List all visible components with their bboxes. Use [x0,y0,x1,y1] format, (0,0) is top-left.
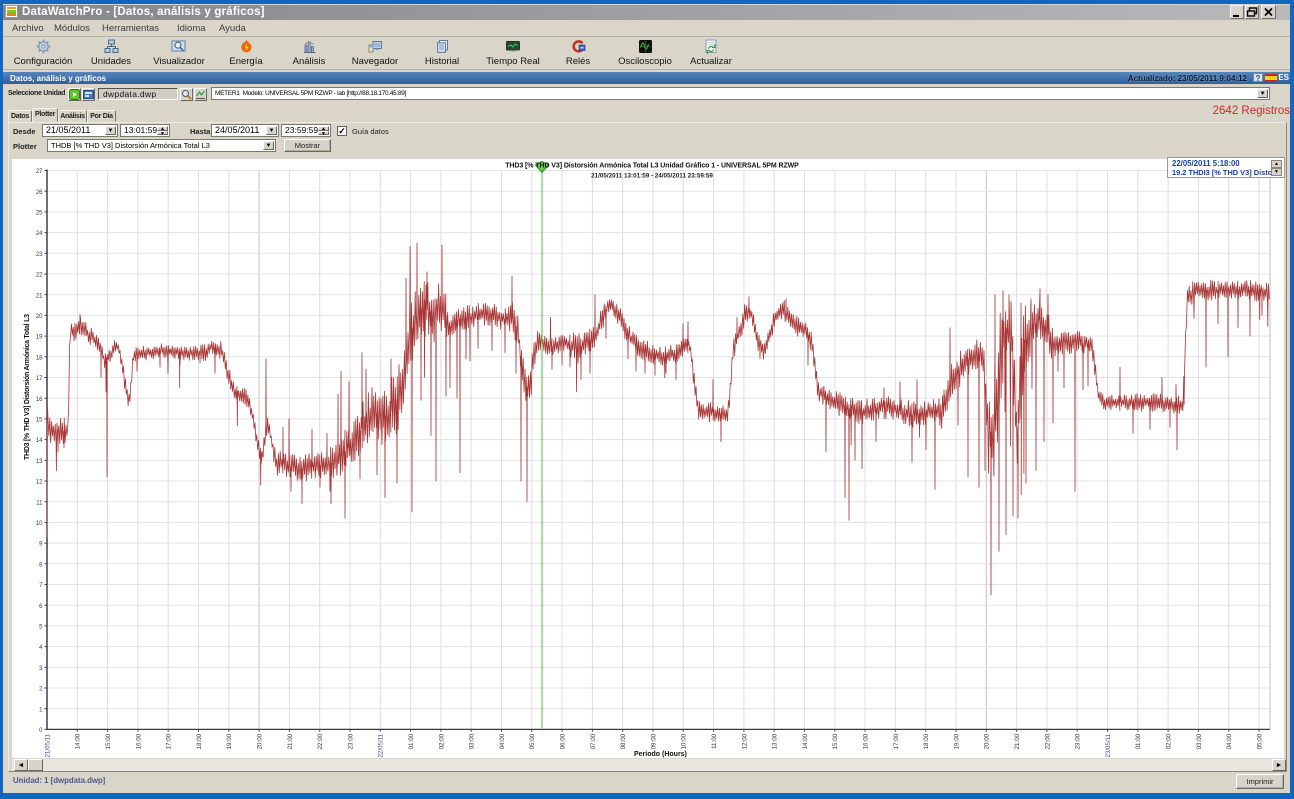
svg-text:14:00: 14:00 [75,733,82,749]
svg-text:21: 21 [36,293,43,299]
svg-text:21/05/11: 21/05/11 [44,733,51,757]
svg-text:18: 18 [36,355,43,361]
svg-text:15: 15 [36,418,43,424]
svg-text:01:00: 01:00 [408,733,415,749]
svg-text:11: 11 [36,500,43,506]
svg-text:19:00: 19:00 [953,733,960,749]
svg-text:17:00: 17:00 [893,733,900,749]
svg-text:12:00: 12:00 [741,733,748,749]
svg-text:09:00: 09:00 [650,733,657,749]
svg-text:20:00: 20:00 [984,733,991,749]
svg-text:01:00: 01:00 [1135,733,1142,749]
svg-text:23: 23 [36,252,43,258]
svg-text:16:00: 16:00 [863,733,870,749]
svg-text:08:00: 08:00 [620,733,627,749]
svg-text:27: 27 [36,169,43,175]
svg-text:05:00: 05:00 [529,733,536,749]
svg-text:13:00: 13:00 [772,733,779,749]
svg-text:21:00: 21:00 [1014,733,1021,749]
svg-text:14:00: 14:00 [802,733,809,749]
svg-text:22/05/11: 22/05/11 [378,733,385,757]
svg-text:14: 14 [36,438,43,444]
svg-text:18:00: 18:00 [923,733,930,749]
svg-text:17: 17 [36,376,43,382]
svg-text:04:00: 04:00 [1226,733,1233,749]
svg-text:02:00: 02:00 [438,733,445,749]
svg-text:10: 10 [36,521,43,527]
svg-text:25: 25 [36,211,43,217]
svg-text:21/05/2011 13:01:59 - 24/05/20: 21/05/2011 13:01:59 - 24/05/2011 23:59:5… [591,173,713,180]
svg-text:17:00: 17:00 [166,733,173,749]
svg-text:15:00: 15:00 [832,733,839,749]
svg-text:07:00: 07:00 [590,733,597,749]
svg-text:19: 19 [36,335,43,341]
svg-text:16:00: 16:00 [135,733,142,749]
svg-text:20:00: 20:00 [257,733,264,749]
svg-text:22:00: 22:00 [317,733,324,749]
svg-text:02:00: 02:00 [1166,733,1173,749]
svg-text:26: 26 [36,190,43,196]
svg-text:20: 20 [36,314,43,320]
svg-text:13: 13 [36,459,43,465]
svg-text:12: 12 [36,480,43,486]
svg-text:19:00: 19:00 [226,733,233,749]
svg-text:16: 16 [36,397,43,403]
svg-text:THD3 [% THD V3] Distorsión Arm: THD3 [% THD V3] Distorsión Armónica Tota… [24,314,31,460]
svg-text:05:00: 05:00 [1256,733,1263,749]
svg-text:15:00: 15:00 [105,733,112,749]
svg-text:21:00: 21:00 [287,733,294,749]
svg-text:10:00: 10:00 [681,733,688,749]
svg-text:18:00: 18:00 [196,733,203,749]
svg-text:11:00: 11:00 [711,733,718,749]
svg-text:03:00: 03:00 [1196,733,1203,749]
svg-text:04:00: 04:00 [499,733,506,749]
svg-text:24: 24 [36,231,43,237]
svg-text:23/05/11: 23/05/11 [1105,733,1112,757]
svg-text:THD3 [% THD V3] Distorsión Arm: THD3 [% THD V3] Distorsión Armónica Tota… [505,163,799,170]
svg-text:03:00: 03:00 [469,733,476,749]
svg-text:06:00: 06:00 [560,733,567,749]
svg-text:23:00: 23:00 [347,733,354,749]
svg-text:Período (Hours): Período (Hours) [634,751,687,758]
svg-text:23:00: 23:00 [1075,733,1082,749]
svg-text:22:00: 22:00 [1044,733,1051,749]
svg-text:22: 22 [36,273,43,279]
